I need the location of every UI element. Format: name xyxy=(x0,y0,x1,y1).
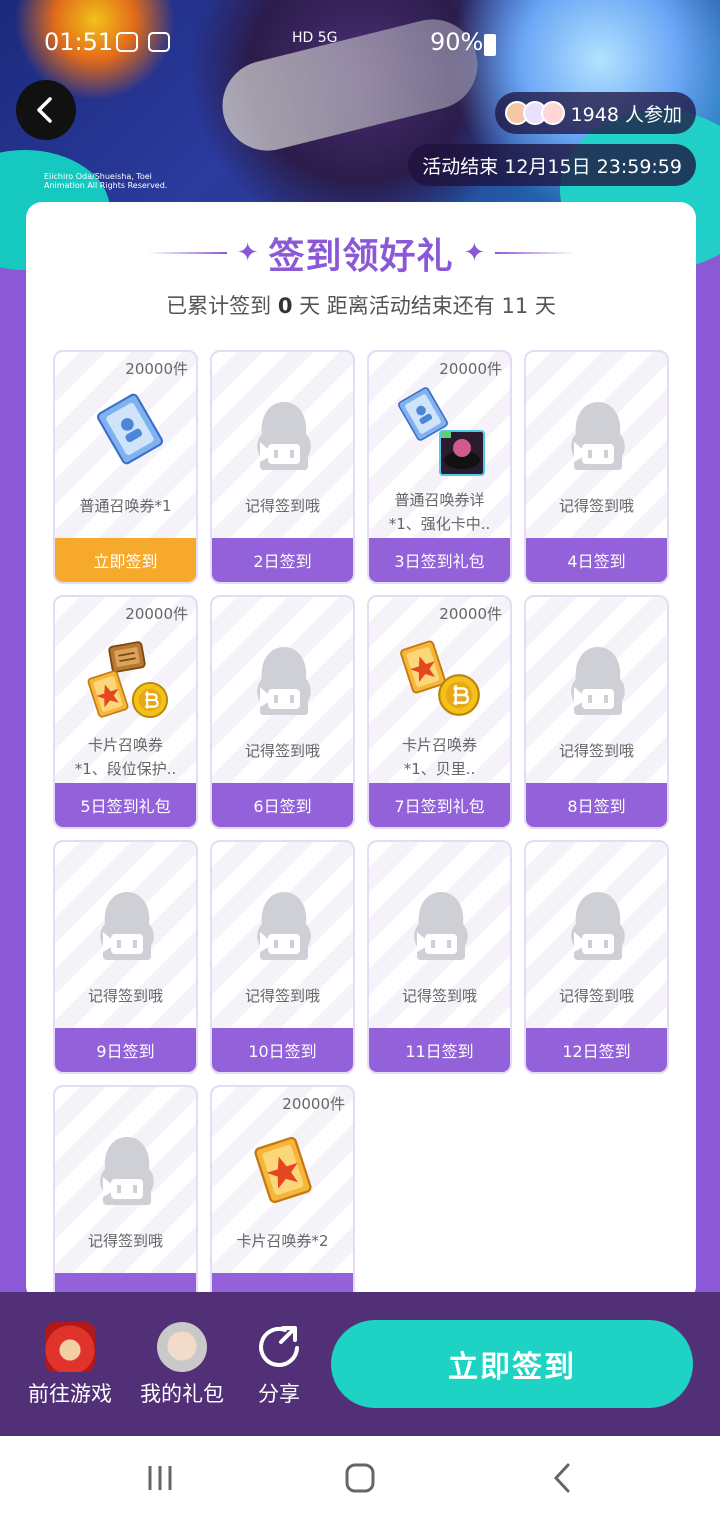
reward-day-cell[interactable]: 记得签到哦 4日签到 xyxy=(524,350,669,584)
placeholder-icon xyxy=(257,892,311,960)
participants-count: 1948 人参加 xyxy=(570,103,682,126)
reward-day-cell[interactable]: 记得签到哦 11日签到 xyxy=(367,840,512,1074)
card-summon-icon xyxy=(254,1136,312,1204)
reward-day-cell[interactable]: 记得签到哦 2日签到 xyxy=(210,350,355,584)
day-checkin-button[interactable]: 6日签到 xyxy=(212,783,353,827)
reward-name: 卡片召唤券 *1、段位保护.. xyxy=(74,736,177,778)
checkin-card: ✦ 签到领好礼 ✦ 已累计签到 0 天 距离活动结束还有 11 天 20000件… xyxy=(26,202,696,1302)
day-checkin-button[interactable]: 10日签到 xyxy=(212,1028,353,1072)
gamepad-icon xyxy=(116,32,138,52)
back-nav-icon[interactable] xyxy=(546,1462,578,1494)
reward-day-cell[interactable]: 20000件卡片召唤券 *1、段位保护.. 5日签到礼包 xyxy=(53,595,198,829)
day-checkin-button[interactable]: 7日签到礼包 xyxy=(369,783,510,827)
battery-percent: 90% xyxy=(430,28,484,56)
enhance-card-icon xyxy=(439,430,485,476)
checkin-now-button[interactable]: 立即签到 xyxy=(331,1320,693,1408)
summon-ticket-icon xyxy=(96,393,164,465)
reward-name: 记得签到哦 xyxy=(558,497,634,515)
reward-day-cell[interactable]: 20000件普通召唤券详 *1、强化卡中.. 3日签到礼包 xyxy=(367,350,512,584)
status-time: 01:51 xyxy=(44,28,114,56)
stock-count: 20000件 xyxy=(439,360,502,378)
reward-grid: 20000件 普通召唤券*1 立即签到 记得签到哦 2日签到 20000件 普通召唤券详 *1… xyxy=(53,350,669,1302)
participant-avatars xyxy=(504,101,565,125)
day-checkin-button[interactable]: 12日签到 xyxy=(526,1028,667,1072)
stock-count: 20000件 xyxy=(125,605,188,623)
stock-count: 20000件 xyxy=(282,1095,345,1113)
reward-day-cell[interactable]: 记得签到哦 8日签到 xyxy=(524,595,669,829)
placeholder-icon xyxy=(100,1137,154,1205)
placeholder-icon xyxy=(257,647,311,715)
card-title: 签到领好礼 xyxy=(268,236,454,277)
reward-name: 记得签到哦 xyxy=(244,497,320,515)
reward-day-cell[interactable]: 20000件卡片召唤券 *1、贝里.. 7日签到礼包 xyxy=(367,595,512,829)
go-to-game-button[interactable]: 前往游戏 xyxy=(28,1322,112,1408)
stock-count: 20000件 xyxy=(439,605,502,623)
reward-name: 记得签到哦 xyxy=(87,1232,163,1250)
status-bar: 01:51 HD 5G 90% xyxy=(0,22,720,66)
my-gifts-button[interactable]: 我的礼包 xyxy=(140,1322,224,1408)
checkin-summary: 已累计签到 0 天 距离活动结束还有 11 天 xyxy=(166,294,556,318)
reward-day-cell[interactable]: 20000件普通召唤券*1 立即签到 xyxy=(53,350,198,584)
system-nav-bar xyxy=(0,1436,720,1520)
placeholder-icon xyxy=(571,892,625,960)
reward-day-cell[interactable]: 记得签到哦 xyxy=(53,1085,198,1302)
berry-coin-icon xyxy=(438,674,480,716)
card-title-row: ✦ 签到领好礼 ✦ xyxy=(26,228,696,278)
day-checkin-button[interactable]: 9日签到 xyxy=(55,1028,196,1072)
sparkle-icon: ✦ xyxy=(236,238,259,268)
share-button[interactable]: 分享 xyxy=(254,1322,304,1408)
participants-badge: 1948 人参加 xyxy=(494,92,696,134)
network-indicator: HD 5G xyxy=(292,30,338,46)
share-icon xyxy=(254,1322,304,1372)
placeholder-icon xyxy=(414,892,468,960)
game-icon xyxy=(45,1322,95,1372)
reward-day-cell[interactable]: 记得签到哦 10日签到 xyxy=(210,840,355,1074)
stock-count: 20000件 xyxy=(125,360,188,378)
event-end-time: 活动结束 12月15日 23:59:59 xyxy=(408,144,696,186)
recent-apps-icon[interactable] xyxy=(144,1462,176,1494)
reward-day-cell[interactable]: 20000件卡片召唤券*2 xyxy=(210,1085,355,1302)
signed-days: 0 xyxy=(277,294,293,318)
reward-name: 记得签到哦 xyxy=(244,742,320,760)
home-icon[interactable] xyxy=(344,1462,376,1494)
reward-day-cell[interactable]: 记得签到哦 9日签到 xyxy=(53,840,198,1074)
placeholder-icon xyxy=(100,892,154,960)
placeholder-icon xyxy=(571,647,625,715)
checkin-today-button[interactable]: 立即签到 xyxy=(55,538,196,582)
chevron-left-icon xyxy=(37,97,52,123)
day-checkin-button[interactable]: 2日签到 xyxy=(212,538,353,582)
reward-name: 记得签到哦 xyxy=(401,987,477,1005)
berry-coin-icon xyxy=(131,681,169,719)
reward-day-cell[interactable]: 记得签到哦 12日签到 xyxy=(524,840,669,1074)
reward-name: 记得签到哦 xyxy=(87,987,163,1005)
copyright-text: Eiichiro Oda/Shueisha, Toei Animation Al… xyxy=(44,172,168,190)
check-icon xyxy=(148,32,170,52)
reward-name: 记得签到哦 xyxy=(558,987,634,1005)
reward-name: 记得签到哦 xyxy=(558,742,634,760)
reward-name: 记得签到哦 xyxy=(244,987,320,1005)
day-checkin-button[interactable]: 4日签到 xyxy=(526,538,667,582)
battery-icon xyxy=(484,34,496,56)
reward-name: 卡片召唤券 *1、贝里.. xyxy=(401,736,477,778)
back-button[interactable] xyxy=(16,80,76,140)
placeholder-icon xyxy=(571,402,625,470)
day-checkin-button[interactable]: 3日签到礼包 xyxy=(369,538,510,582)
avatar-gift-icon xyxy=(157,1322,207,1372)
reward-day-cell[interactable]: 记得签到哦 6日签到 xyxy=(210,595,355,829)
day-checkin-button[interactable]: 5日签到礼包 xyxy=(55,783,196,827)
reward-name: 卡片召唤券*2 xyxy=(236,1232,329,1250)
placeholder-icon xyxy=(257,402,311,470)
reward-name: 普通召唤券详 *1、强化卡中.. xyxy=(388,491,491,533)
bottom-action-bar: 前往游戏 我的礼包 分享 立即签到 xyxy=(0,1292,720,1436)
card-summon-icon xyxy=(87,670,129,718)
reward-name: 普通召唤券*1 xyxy=(79,497,172,515)
day-checkin-button[interactable]: 8日签到 xyxy=(526,783,667,827)
day-checkin-button[interactable]: 11日签到 xyxy=(369,1028,510,1072)
screen: Eiichiro Oda/Shueisha, Toei Animation Al… xyxy=(0,0,720,1520)
sparkle-icon: ✦ xyxy=(463,238,486,268)
